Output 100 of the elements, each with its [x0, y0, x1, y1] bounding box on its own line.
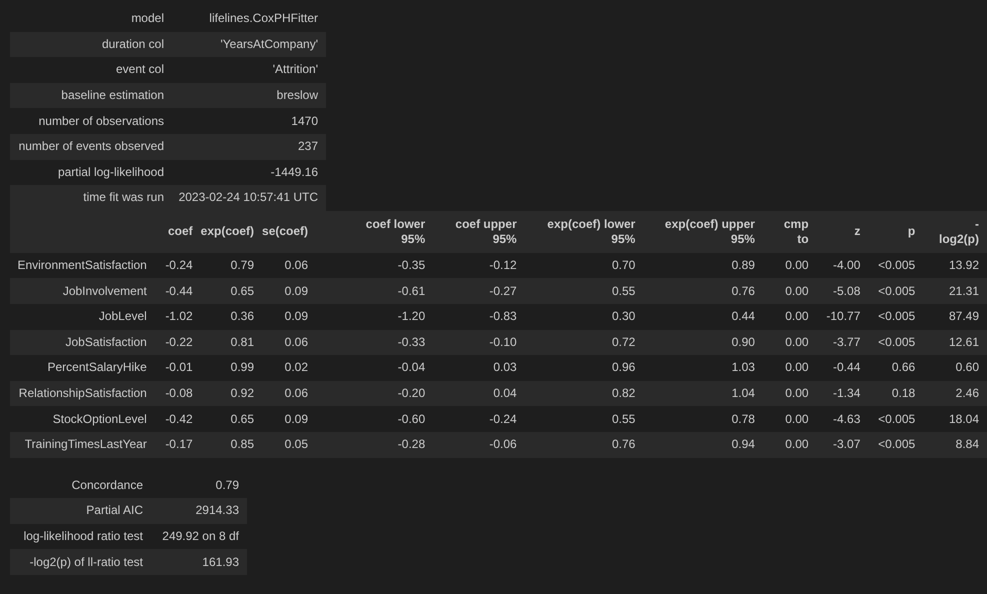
table-cell: -0.28: [316, 432, 434, 458]
table-cell: 0.60: [923, 355, 987, 381]
table-cell: 0.09: [262, 406, 316, 432]
table-cell: <0.005: [868, 432, 924, 458]
table-cell: 0.06: [262, 330, 316, 356]
table-cell: 0.65: [200, 278, 262, 304]
column-header: coef: [154, 210, 201, 253]
table-cell: 0.36: [200, 304, 262, 330]
row-label: event col: [10, 57, 172, 83]
table-cell: 1.04: [643, 380, 763, 406]
table-cell: 8.84: [923, 432, 987, 458]
table-cell: -4.63: [816, 406, 868, 432]
table-cell: -0.44: [816, 355, 868, 381]
row-value: lifelines.CoxPHFitter: [208, 10, 319, 28]
table-cell: 0.05: [262, 432, 316, 458]
table-cell: 0.65: [200, 406, 262, 432]
table-cell: -0.83: [433, 304, 525, 330]
table-cell: 0.00: [762, 406, 817, 432]
table-cell: -4.00: [816, 252, 868, 278]
table-cell: -1.20: [316, 304, 434, 330]
row-label: TrainingTimesLastYear: [10, 432, 155, 458]
row-value: -1449.16: [172, 160, 326, 186]
table-cell: -0.33: [316, 330, 434, 356]
table-cell: 0.78: [643, 406, 763, 432]
table-cell: -0.08: [154, 380, 201, 406]
table-cell: 0.81: [200, 330, 262, 356]
table-cell: 0.72: [524, 330, 644, 356]
table-cell: 0.02: [262, 355, 316, 381]
row-label: Partial AIC: [10, 498, 151, 524]
row-label: number of observations: [10, 108, 172, 134]
table-cell: 0.09: [262, 278, 316, 304]
table-cell: 0.06: [262, 252, 316, 278]
table-cell: -5.08: [816, 278, 868, 304]
table-cell: -0.35: [316, 252, 434, 278]
row-label: log-likelihood ratio test: [10, 524, 151, 550]
row-label: EnvironmentSatisfaction: [10, 252, 155, 278]
table-cell: -0.04: [316, 355, 434, 381]
table-cell: -10.77: [816, 304, 868, 330]
table-cell: -0.42: [154, 406, 201, 432]
row-value: 161.93: [151, 549, 247, 575]
table-cell: -0.44: [154, 278, 201, 304]
table-cell: 0.66: [868, 355, 924, 381]
table-cell: -0.12: [433, 252, 525, 278]
table-cell: -3.77: [816, 330, 868, 356]
table-cell: <0.005: [868, 252, 924, 278]
table-cell: 0.30: [524, 304, 644, 330]
row-label: RelationshipSatisfaction: [10, 380, 155, 406]
table-cell: -3.07: [816, 432, 868, 458]
table-cell: -1.34: [816, 380, 868, 406]
table-cell: 0.96: [524, 355, 644, 381]
row-value: 'Attrition': [172, 57, 326, 83]
row-value: 2914.33: [151, 498, 247, 524]
row-value: 249.92 on 8 df: [151, 524, 247, 550]
row-label: PercentSalaryHike: [10, 355, 155, 381]
table-cell: 0.55: [524, 278, 644, 304]
table-cell: -0.24: [433, 406, 525, 432]
column-header: p: [868, 210, 924, 253]
row-label: JobLevel: [10, 304, 155, 330]
row-value: 1470: [172, 108, 326, 134]
table-cell: -0.17: [154, 432, 201, 458]
column-header: se(coef): [262, 210, 316, 253]
table-cell: 1.03: [643, 355, 763, 381]
row-value: 237: [172, 134, 326, 160]
row-label: baseline estimation: [10, 82, 172, 108]
column-header: coef lower 95%: [316, 210, 434, 253]
column-header: coef upper 95%: [433, 210, 525, 253]
row-value: 'YearsAtCompany': [172, 32, 326, 58]
row-value: 2023-02-24 10:57:41 UTC: [172, 185, 326, 211]
table-cell: 0.92: [200, 380, 262, 406]
table-cell: 0.00: [762, 432, 817, 458]
table-cell: 0.03: [433, 355, 525, 381]
table-cell: 0.00: [762, 304, 817, 330]
row-label: model: [130, 10, 165, 28]
table-cell: -0.06: [433, 432, 525, 458]
table-cell: 0.55: [524, 406, 644, 432]
table-cell: 21.31: [923, 278, 987, 304]
table-cell: 0.00: [762, 355, 817, 381]
table-cell: 0.44: [643, 304, 763, 330]
row-label: number of events observed: [10, 134, 172, 160]
table-cell: 0.04: [433, 380, 525, 406]
table-cell: 0.76: [524, 432, 644, 458]
table-cell: 0.06: [262, 380, 316, 406]
table-cell: -0.20: [316, 380, 434, 406]
table-cell: <0.005: [868, 278, 924, 304]
column-header: exp(coef) lower 95%: [524, 210, 644, 253]
row-label: JobInvolvement: [10, 278, 155, 304]
row-label: -log2(p) of ll-ratio test: [10, 549, 151, 575]
table-cell: 0.00: [762, 330, 817, 356]
row-label: Concordance: [10, 472, 151, 498]
row-label: JobSatisfaction: [10, 330, 155, 356]
table-cell: 0.76: [643, 278, 763, 304]
table-cell: 0.00: [762, 380, 817, 406]
table-cell: -1.02: [154, 304, 201, 330]
table-cell: 0.09: [262, 304, 316, 330]
table-cell: 87.49: [923, 304, 987, 330]
row-label: partial log-likelihood: [10, 160, 172, 186]
table-cell: 0.79: [200, 252, 262, 278]
table-cell: 18.04: [923, 406, 987, 432]
table-cell: -0.60: [316, 406, 434, 432]
table-cell: 0.94: [643, 432, 763, 458]
